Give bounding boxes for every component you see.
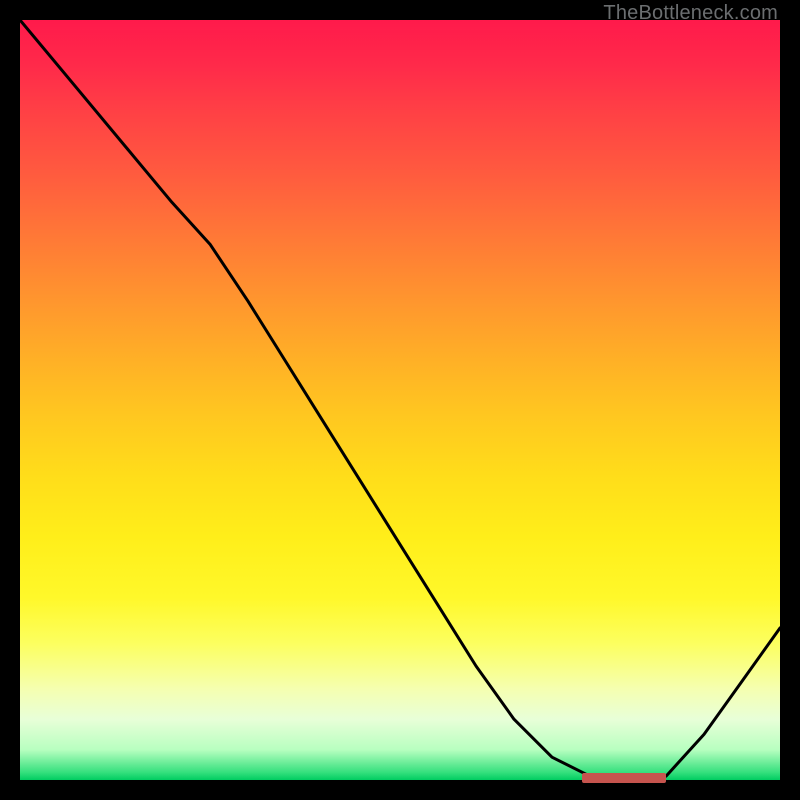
min-region-marker	[582, 773, 666, 783]
bottleneck-curve	[20, 20, 780, 780]
watermark-text: TheBottleneck.com	[603, 2, 778, 25]
curve-layer	[20, 20, 780, 780]
